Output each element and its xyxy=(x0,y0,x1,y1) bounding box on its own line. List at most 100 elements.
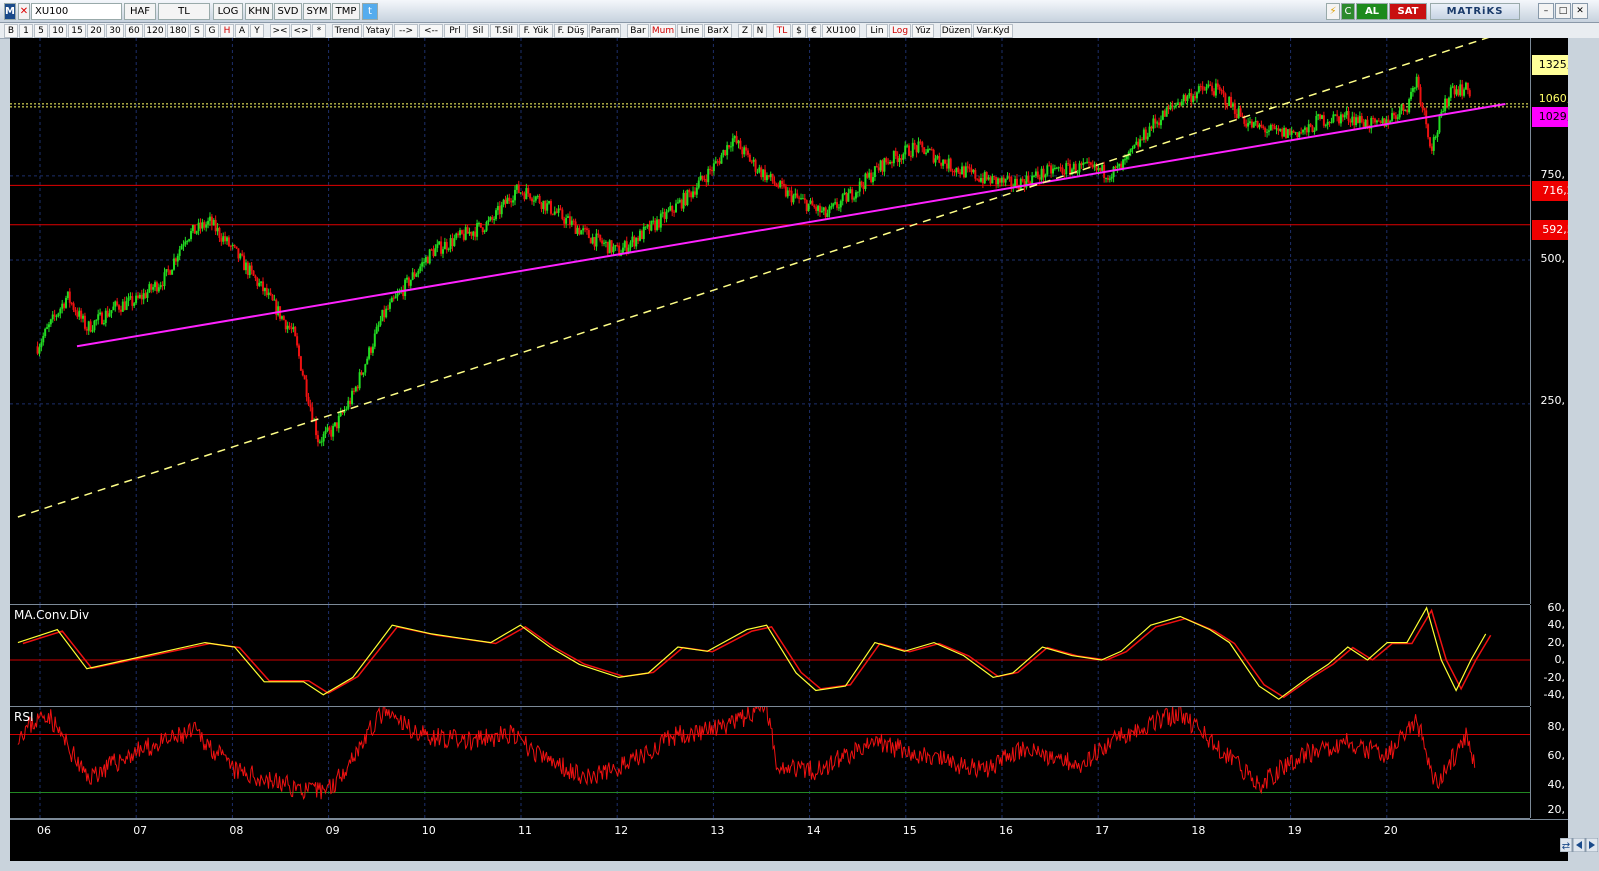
toolbar-button[interactable]: Sil xyxy=(467,24,489,38)
toolbar-button[interactable]: * xyxy=(312,24,326,38)
candle-body xyxy=(78,310,81,317)
candle-body xyxy=(1211,85,1214,92)
candle-body xyxy=(445,241,448,250)
candle-body xyxy=(1252,122,1255,128)
toolbar-button[interactable]: 30 xyxy=(106,24,124,38)
candle-body xyxy=(40,342,43,348)
currency-selector[interactable]: TL xyxy=(158,3,210,20)
toolbar-button[interactable]: € xyxy=(807,24,821,38)
tab-sym[interactable]: SYM xyxy=(303,3,331,20)
price-pane[interactable] xyxy=(10,31,1530,605)
toolbar-button[interactable]: S xyxy=(190,24,204,38)
toolbar-button[interactable]: Line xyxy=(677,24,703,38)
toolbar-button[interactable]: 60 xyxy=(125,24,143,38)
toolbar-button[interactable]: Mum xyxy=(650,24,676,38)
toolbar-button[interactable]: H xyxy=(220,24,234,38)
toolbar-button[interactable]: Trend xyxy=(332,24,362,38)
rsi-pane[interactable]: RSI xyxy=(10,698,1530,819)
candle-body xyxy=(892,150,895,164)
toolbar-button[interactable]: Yatay xyxy=(363,24,393,38)
macd-axis[interactable]: 60, 40, 20, 0, -20, -40, xyxy=(1530,601,1569,706)
toolbar-button[interactable]: XU100 xyxy=(822,24,860,38)
candle-body xyxy=(1148,126,1151,137)
close-button[interactable]: ✕ xyxy=(1572,3,1588,19)
toolbar-button[interactable]: TL xyxy=(773,24,791,38)
restore-button[interactable]: □ xyxy=(1555,3,1571,19)
toolbar-button[interactable]: Düzen xyxy=(940,24,972,38)
candle-body xyxy=(900,158,903,160)
toolbar-button[interactable]: Bar xyxy=(627,24,649,38)
toolbar-button[interactable]: B xyxy=(4,24,18,38)
rsi-line xyxy=(17,698,1476,801)
toolbar-button[interactable]: G xyxy=(205,24,219,38)
toolbar-button[interactable]: N xyxy=(753,24,767,38)
refresh-icon[interactable]: C xyxy=(1341,3,1355,20)
tab-tmp[interactable]: TMP xyxy=(332,3,360,20)
toolbar-button[interactable]: BarX xyxy=(704,24,732,38)
buy-button[interactable]: AL xyxy=(1356,3,1388,20)
candle-body xyxy=(216,227,219,232)
toolbar-button[interactable]: Y xyxy=(250,24,264,38)
toolbar-button[interactable]: A xyxy=(235,24,249,38)
scroll-controls[interactable]: ⇄ xyxy=(1560,838,1598,852)
toolbar-button[interactable]: Prl xyxy=(444,24,466,38)
candle-body xyxy=(703,178,706,180)
symbol-remove-icon[interactable]: ✕ xyxy=(18,3,30,20)
candle-body xyxy=(1447,97,1450,107)
scale-selector[interactable]: LOG xyxy=(213,3,243,20)
toolbar-button[interactable]: Var.Kyd xyxy=(973,24,1013,38)
time-axis-label: 20 xyxy=(1383,824,1398,837)
toolbar-button[interactable]: T.Sil xyxy=(490,24,518,38)
toolbar-button[interactable]: 120 xyxy=(144,24,166,38)
time-axis-label: 06 xyxy=(37,824,51,837)
tab-svd[interactable]: SVD xyxy=(274,3,302,20)
candle-body xyxy=(955,167,958,173)
toolbar-button[interactable]: 5 xyxy=(34,24,48,38)
toolbar-button[interactable]: F. Yük xyxy=(519,24,553,38)
toolbar-button[interactable]: 10 xyxy=(49,24,67,38)
macd-chart[interactable] xyxy=(10,605,1530,706)
toolbar-button[interactable]: Lin xyxy=(866,24,888,38)
rsi-axis-label: 80, xyxy=(1547,720,1566,733)
rsi-chart[interactable] xyxy=(10,698,1530,818)
toolbar-button[interactable]: 180 xyxy=(167,24,189,38)
candle-body xyxy=(1008,176,1011,178)
sell-button[interactable]: SAT xyxy=(1389,3,1427,20)
macd-pane[interactable]: MA.Conv.Div xyxy=(10,605,1530,707)
minimize-button[interactable]: – xyxy=(1538,3,1554,19)
toolbar-button[interactable]: F. Düş xyxy=(554,24,588,38)
candle-body xyxy=(951,170,954,172)
toolbar-button[interactable]: Yüz xyxy=(912,24,934,38)
candle-body xyxy=(1177,102,1180,106)
toolbar-button[interactable]: Param xyxy=(589,24,621,38)
period-selector[interactable]: HAF xyxy=(124,3,156,20)
time-axis[interactable]: 06 07 08 09 10 11 12 13 14 15 16 17 18 19 20 xyxy=(10,819,1568,842)
toolbar-button[interactable]: 15 xyxy=(68,24,86,38)
candle-body xyxy=(373,333,376,347)
toolbar-button[interactable]: $ xyxy=(792,24,806,38)
toolbar-button[interactable]: 20 xyxy=(87,24,105,38)
candle-body xyxy=(477,222,480,224)
candle-body xyxy=(277,306,280,316)
twitter-icon[interactable]: t xyxy=(362,3,378,20)
candle-body xyxy=(743,147,746,155)
candle-body xyxy=(383,309,386,318)
tab-khn[interactable]: KHN xyxy=(245,3,273,20)
toolbar-button[interactable]: Log xyxy=(889,24,911,38)
candle-body xyxy=(254,275,257,279)
candle-body xyxy=(1055,167,1058,169)
lightning-icon[interactable]: ⚡ xyxy=(1326,3,1340,20)
candle-body xyxy=(1072,163,1075,170)
toolbar-button[interactable]: >< xyxy=(270,24,290,38)
toolbar-button[interactable]: 1 xyxy=(19,24,33,38)
price-chart[interactable] xyxy=(10,31,1530,604)
toolbar-button[interactable]: Z xyxy=(738,24,752,38)
candle-body xyxy=(1305,127,1308,133)
toolbar-button[interactable]: <-- xyxy=(419,24,443,38)
rsi-axis[interactable]: 80, 60, 40, 20, xyxy=(1530,707,1569,818)
symbol-field[interactable]: XU100 xyxy=(31,3,122,20)
toolbar-button[interactable]: <> xyxy=(291,24,311,38)
candle-body xyxy=(1199,86,1202,88)
toolbar-button[interactable]: --> xyxy=(394,24,418,38)
candle-body xyxy=(1298,132,1301,138)
